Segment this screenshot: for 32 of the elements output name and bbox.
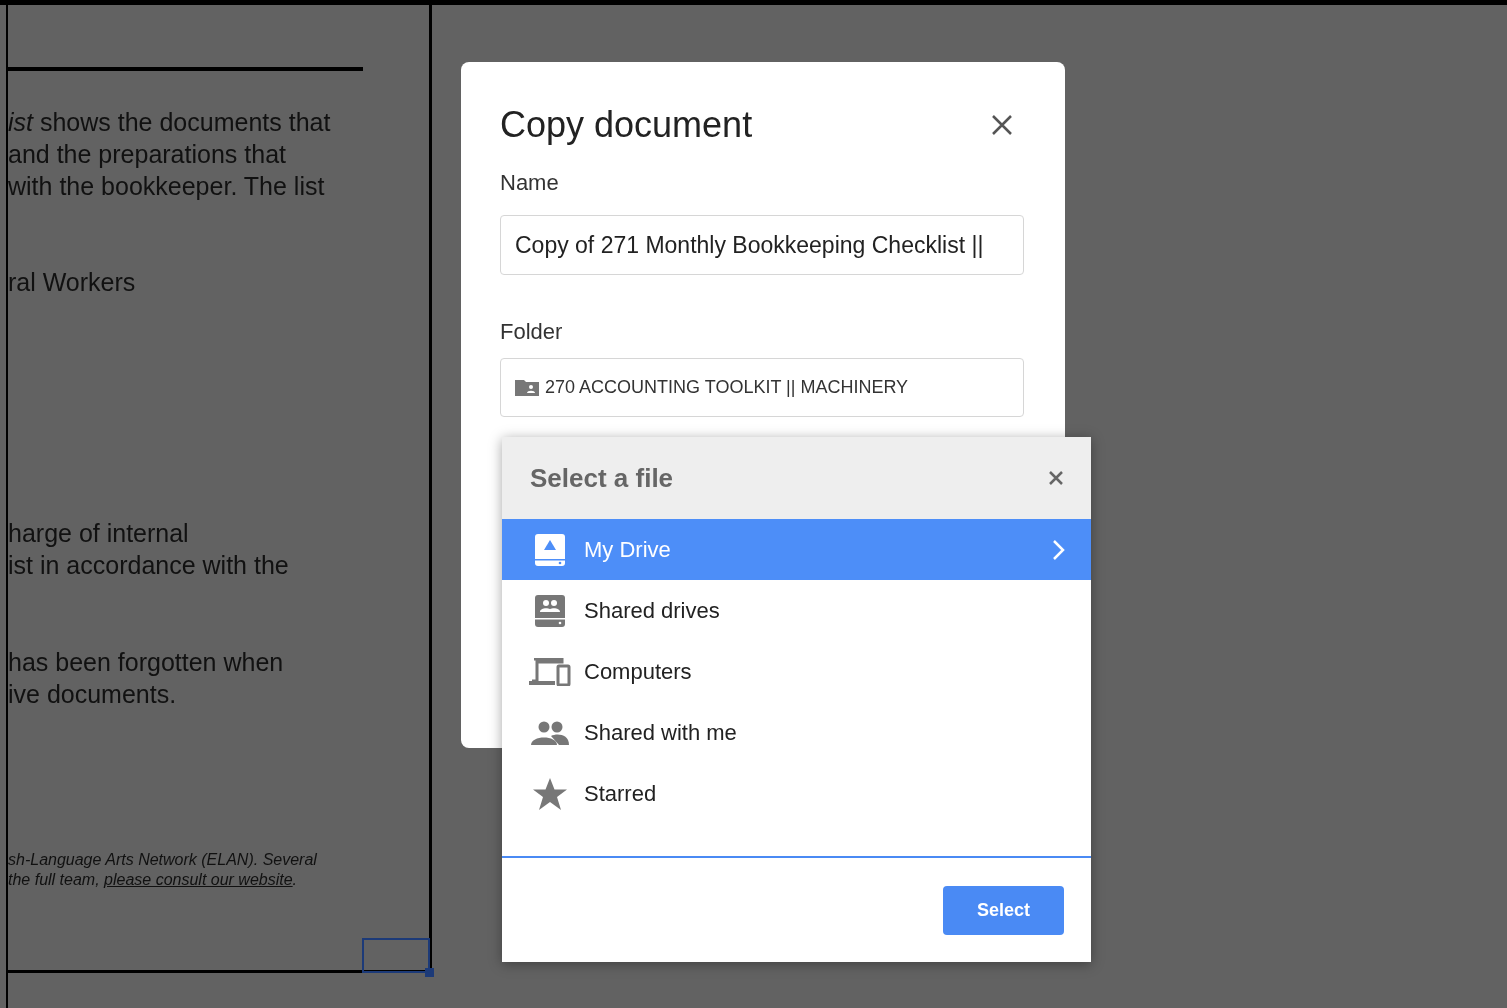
footnote-text: . bbox=[292, 870, 298, 890]
body-text-line: with the bookkeeper. The list bbox=[8, 171, 325, 202]
body-text-line: ive documents. bbox=[8, 679, 177, 710]
picker-title: Select a file bbox=[530, 461, 674, 495]
footnote-text: sh-Language Arts Network (ELAN). Several bbox=[8, 850, 317, 870]
computers-icon bbox=[529, 657, 571, 686]
field-label: Name bbox=[500, 169, 559, 197]
star-icon bbox=[533, 777, 567, 810]
dialog-title: Copy document bbox=[500, 103, 753, 147]
body-text-line: harge of internal bbox=[8, 518, 189, 549]
drive-icon bbox=[534, 532, 566, 567]
body-text-line: has been forgotten when bbox=[8, 647, 284, 678]
chevron-right-icon bbox=[1052, 538, 1066, 561]
body-text-line: ist in accordance with the bbox=[8, 550, 289, 581]
folder-icon bbox=[515, 378, 539, 397]
location-item[interactable]: Starred bbox=[502, 763, 1091, 824]
field-label: Folder bbox=[500, 318, 563, 346]
resize-handle[interactable] bbox=[425, 968, 434, 977]
location-item[interactable]: Computers bbox=[502, 641, 1091, 702]
folder-field[interactable]: 270 ACCOUNTING TOOLKIT || MACHINERY bbox=[500, 358, 1024, 417]
people-icon bbox=[531, 720, 569, 745]
close-icon[interactable] bbox=[1049, 471, 1063, 485]
shared-drive-icon bbox=[534, 593, 566, 628]
body-text-line: ral Workers bbox=[8, 267, 136, 298]
footnote-text: the full team, bbox=[8, 870, 101, 890]
selection-frame bbox=[362, 938, 430, 973]
body-text-line: and the preparations that bbox=[8, 139, 286, 170]
location-item[interactable]: Shared drives bbox=[502, 580, 1091, 641]
location-item[interactable]: Shared with me bbox=[502, 702, 1091, 763]
body-text-line: ist shows the documents that bbox=[8, 107, 331, 138]
name-field[interactable]: Copy of 271 Monthly Bookkeeping Checklist || bbox=[500, 215, 1024, 275]
close-icon[interactable] bbox=[991, 114, 1013, 136]
